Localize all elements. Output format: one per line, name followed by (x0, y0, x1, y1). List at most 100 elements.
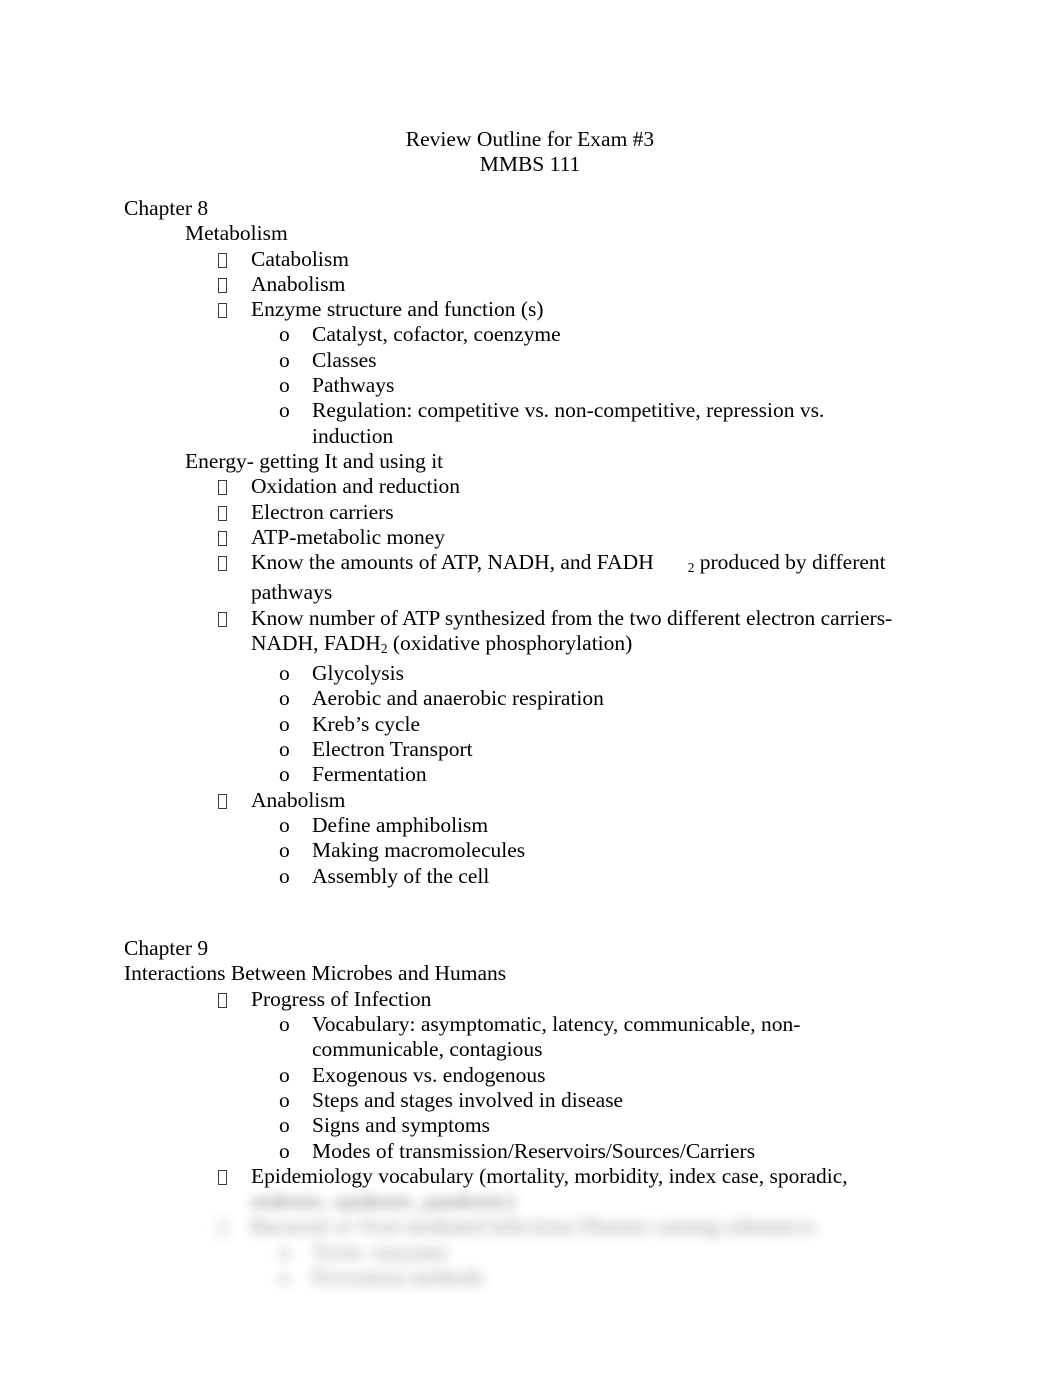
sub-list-item-label: Vocabulary: asymptomatic, latency, commu… (312, 1012, 801, 1062)
sub-list-item-label: Steps and stages involved in disease (312, 1087, 624, 1112)
sub-list-item: o Exogenous vs. endogenous (0, 1063, 1062, 1088)
sub-list-item-label: Signs and symptoms (312, 1113, 490, 1138)
sub-list-item: o Steps and stages involved in disease (0, 1088, 1062, 1113)
sub-list-item-label: Classes (312, 347, 377, 372)
square-bullet-icon (218, 247, 251, 272)
list-item-label: ATP-metabolic money (251, 524, 446, 549)
obscured-text-line: o Toxin enzymes (0, 1240, 1062, 1265)
obscured-text-line: endemic, epidemic, pandemic) (0, 1189, 1062, 1214)
circle-bullet-icon: o (279, 1012, 290, 1037)
list-item-label: Progress of Infection (251, 986, 432, 1011)
list-item-label: Know the amounts of ATP, NADH, and FADH 2… (251, 550, 1062, 606)
sub-list-item-label: Electron Transport (312, 737, 473, 762)
circle-bullet-icon: o (279, 322, 290, 347)
page-title: Review Outline for Exam #3 (405, 127, 655, 151)
sub-list-item: o Modes of transmission/Reservoirs/Sourc… (0, 1139, 1062, 1164)
circle-bullet-icon: o (279, 838, 290, 863)
list-item: Know number of ATP synthesized from the … (0, 606, 1062, 662)
sub-list-item-label: Regulation: competitive vs. non-competit… (312, 398, 830, 448)
sub-list-item-label: Glycolysis (312, 661, 404, 686)
circle-bullet-icon: o (279, 398, 290, 423)
list-item-label: Electron carriers (251, 499, 394, 524)
list-item: Epidemiology vocabulary (mortality, morb… (0, 1164, 1062, 1189)
circle-bullet-icon: o (279, 1087, 290, 1112)
circle-bullet-icon: o (279, 1062, 290, 1087)
list-item: Electron carriers (0, 500, 1062, 525)
list-item-label: Catabolism (251, 246, 349, 271)
list-item-label: Enzyme structure and function (s) (251, 297, 544, 322)
chapter-8-heading: Chapter 8 (124, 196, 209, 220)
circle-bullet-icon: o (279, 1138, 290, 1163)
list-item: ATP-metabolic money (0, 525, 1062, 550)
list-item-label: Epidemiology vocabulary (mortality, morb… (251, 1163, 848, 1188)
sub-list-item-label: Exogenous vs. endogenous (312, 1062, 546, 1087)
sub-list-item: o Glycolysis (0, 661, 1062, 686)
obscured-text-line: o Prevention methods (0, 1265, 1062, 1290)
square-bullet-icon (218, 500, 251, 525)
circle-bullet-icon: o (279, 347, 290, 372)
section-metabolism-heading: Metabolism (185, 221, 288, 246)
square-bullet-icon (218, 550, 251, 575)
circle-bullet-icon: o (279, 686, 290, 711)
square-bullet-icon (218, 606, 251, 631)
page-subtitle: MMBS 111 (479, 152, 581, 176)
sub-list-item: o Define amphibolism (0, 813, 1062, 838)
circle-bullet-icon: o (279, 373, 290, 398)
list-item: Anabolism (0, 788, 1062, 813)
circle-bullet-icon: o (279, 711, 290, 736)
obscured-text: endemic, epidemic, pandemic) (251, 1189, 515, 1214)
sub-list-item-label: Kreb’s cycle (312, 711, 421, 736)
sub-list-item-label: Define amphibolism (312, 812, 489, 837)
circle-bullet-icon: o (279, 1265, 290, 1290)
list-item: Progress of Infection (0, 987, 1062, 1012)
list-item-label: Anabolism (251, 787, 346, 812)
sub-list-item: o Assembly of the cell (0, 864, 1062, 889)
circle-bullet-icon: o (279, 762, 290, 787)
sub-list-item: o Making macromolecules (0, 838, 1062, 863)
sub-list-item-label: Fermentation (312, 762, 427, 787)
list-item-label-suffix: (oxidative phosphorylation) (387, 630, 633, 655)
square-bullet-icon (218, 788, 251, 813)
list-item: Enzyme structure and function (s) (0, 297, 1062, 322)
square-bullet-icon (218, 272, 251, 297)
sub-list-item: o Kreb’s cycle (0, 712, 1062, 737)
list-item: Catabolism (0, 247, 1062, 272)
list-item: Know the amounts of ATP, NADH, and FADH 2… (0, 550, 1062, 606)
square-bullet-icon (218, 1164, 251, 1189)
list-item-label: Oxidation and reduction (251, 474, 460, 499)
square-bullet-icon (218, 297, 251, 322)
sub-list-item: o Fermentation (0, 762, 1062, 787)
list-item: Anabolism (0, 272, 1062, 297)
square-bullet-icon (218, 474, 251, 499)
section-energy-heading: Energy- getting It and using it (185, 448, 444, 473)
circle-bullet-icon: o (279, 812, 290, 837)
list-item-label: Know number of ATP synthesized from the … (251, 606, 1062, 662)
obscured-text: Bacterial or Viral mediated Infectious D… (251, 1214, 816, 1239)
sub-list-item: o Regulation: competitive vs. non-compet… (0, 398, 1062, 449)
sub-list-item-label: Pathways (312, 373, 395, 398)
circle-bullet-icon: o (279, 661, 290, 686)
sub-list-item: o Aerobic and anaerobic respiration (0, 686, 1062, 711)
list-item-label-prefix: Know the amounts of ATP, NADH, and FADH (251, 550, 654, 575)
circle-bullet-icon: o (279, 737, 290, 762)
sub-list-item-label: Assembly of the cell (312, 863, 490, 888)
list-item: Oxidation and reduction (0, 474, 1062, 499)
sub-list-item: o Vocabulary: asymptomatic, latency, com… (0, 1012, 1062, 1063)
obscured-text-line: Bacterial or Viral mediated Infectious D… (0, 1214, 1062, 1239)
chapter-9-heading: Chapter 9 (124, 936, 209, 961)
sub-list-item-label: Aerobic and anaerobic respiration (312, 686, 604, 711)
list-item-label: Anabolism (251, 271, 346, 296)
obscured-text: Toxin enzymes (312, 1239, 448, 1264)
sub-list-item: o Electron Transport (0, 737, 1062, 762)
sub-list-item-label: Modes of transmission/Reservoirs/Sources… (312, 1138, 756, 1163)
square-bullet-icon (218, 987, 251, 1012)
document-title-block: Review Outline for Exam #3 MMBS 111 (0, 127, 1060, 177)
document-page: Review Outline for Exam #3 MMBS 111 Chap… (0, 0, 1062, 1377)
square-bullet-icon (218, 525, 251, 550)
sub-list-item: o Catalyst, cofactor, coenzyme (0, 322, 1062, 347)
chapter-9-subheading: Interactions Between Microbes and Humans (124, 961, 507, 986)
sub-list-item: o Classes (0, 348, 1062, 373)
sub-list-item-label: Making macromolecules (312, 838, 526, 863)
obscured-text: Prevention methods (312, 1265, 484, 1290)
